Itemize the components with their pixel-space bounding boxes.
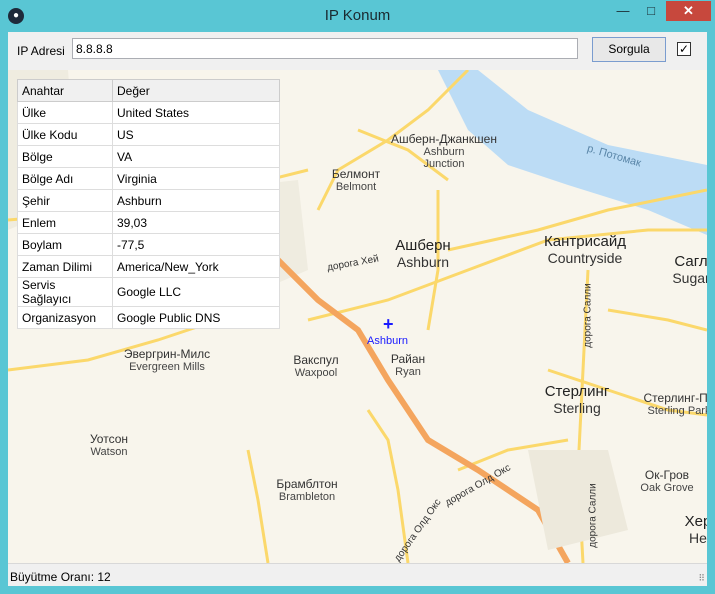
row-value: Google Public DNS xyxy=(112,306,280,329)
table-row[interactable]: Servis Sağlayıcı Google LLC xyxy=(17,277,280,307)
row-value: Virginia xyxy=(112,167,280,190)
table-row[interactable]: Ülke Kodu US xyxy=(17,123,280,146)
place-sterling: Стерлинг Sterling xyxy=(544,383,610,416)
maximize-button[interactable]: □ xyxy=(638,1,664,21)
row-key: Ülke xyxy=(17,101,113,124)
row-key: Boylam xyxy=(17,233,113,256)
place-ashburn-junction: Ашберн-Джанкшен Ashburn Junction xyxy=(391,132,497,170)
row-key: Organizasyon xyxy=(17,306,113,329)
resize-grip-icon[interactable]: ⠿ xyxy=(698,573,705,584)
row-key: Servis Sağlayıcı xyxy=(17,277,113,307)
table-row[interactable]: Bölge VA xyxy=(17,145,280,168)
close-button[interactable]: ✕ xyxy=(666,1,711,21)
column-header-value[interactable]: Değer xyxy=(112,79,280,102)
urban-area xyxy=(528,450,628,550)
row-key: Bölge Adı xyxy=(17,167,113,190)
ip-address-input[interactable] xyxy=(72,38,578,59)
place-countryside: Кантрисайд Countryside xyxy=(544,233,626,266)
window-title: IP Konum xyxy=(324,7,391,24)
place-oak-grove: Ок-Гров Oak Grove xyxy=(640,468,694,494)
main-window: ● IP Konum — □ ✕ IP Adresi Sorgula ✓ xyxy=(0,0,715,594)
row-key: Enlem xyxy=(17,211,113,234)
row-value: 39,03 xyxy=(112,211,280,234)
table-row[interactable]: Enlem 39,03 xyxy=(17,211,280,234)
table-row[interactable]: Zaman Dilimi America/New_York xyxy=(17,255,280,278)
location-marker-label: Ashburn xyxy=(367,335,408,347)
table-row[interactable]: Bölge Adı Virginia xyxy=(17,167,280,190)
place-herndon: Хер Не xyxy=(684,513,707,546)
map-view[interactable]: р. Потомак дорога Хей дорога Салли дорог… xyxy=(8,70,707,563)
place-sugarland: Сагл Sugar xyxy=(672,253,707,286)
location-marker[interactable]: + xyxy=(383,315,394,333)
table-header-row: Anahtar Değer xyxy=(17,79,280,102)
table-row[interactable]: Şehir Ashburn xyxy=(17,189,280,212)
row-key: Zaman Dilimi xyxy=(17,255,113,278)
row-value: US xyxy=(112,123,280,146)
minimize-button[interactable]: — xyxy=(610,1,636,21)
toolbar: IP Adresi Sorgula ✓ xyxy=(8,32,707,70)
column-header-key[interactable]: Anahtar xyxy=(17,79,113,102)
info-table: Anahtar Değer Ülke United States Ülke Kod… xyxy=(17,79,280,329)
zoom-level-status: Büyütme Oranı: 12 xyxy=(10,570,111,584)
place-evergreen-mills: Эвергрин-Милс Evergreen Mills xyxy=(123,347,211,373)
place-ashburn: Ашберн Ashburn xyxy=(395,237,451,270)
query-button[interactable]: Sorgula xyxy=(592,37,666,62)
row-value: VA xyxy=(112,145,280,168)
row-value: United States xyxy=(112,101,280,124)
place-belmont: Белмонт Belmont xyxy=(331,167,381,193)
highway xyxy=(265,247,571,563)
title-bar[interactable]: ● IP Konum — □ ✕ xyxy=(0,0,715,32)
road-label-sally: дорога Салли xyxy=(587,483,599,548)
table-row[interactable]: Ülke United States xyxy=(17,101,280,124)
place-waxpool: Вакспул Waxpool xyxy=(293,353,339,379)
place-sterling-park: Стерлинг-Па Sterling Park xyxy=(643,391,707,417)
row-value: Ashburn xyxy=(112,189,280,212)
option-checkbox[interactable]: ✓ xyxy=(677,42,691,56)
row-key: Ülke Kodu xyxy=(17,123,113,146)
row-value: -77,5 xyxy=(112,233,280,256)
row-value: Google LLC xyxy=(112,277,280,307)
place-watson: Уотсон Watson xyxy=(89,432,129,458)
table-row[interactable]: Boylam -77,5 xyxy=(17,233,280,256)
road-label-sally: дорога Салли xyxy=(582,283,594,348)
row-value: America/New_York xyxy=(112,255,280,278)
row-key: Bölge xyxy=(17,145,113,168)
table-row[interactable]: Organizasyon Google Public DNS xyxy=(17,306,280,329)
place-ryan: Райан Ryan xyxy=(390,352,426,378)
ip-address-label: IP Adresi xyxy=(17,44,65,58)
place-brambleton: Брамблтон Brambleton xyxy=(276,477,338,503)
row-key: Şehir xyxy=(17,189,113,212)
status-bar: Büyütme Oranı: 12 ⠿ xyxy=(8,563,707,586)
